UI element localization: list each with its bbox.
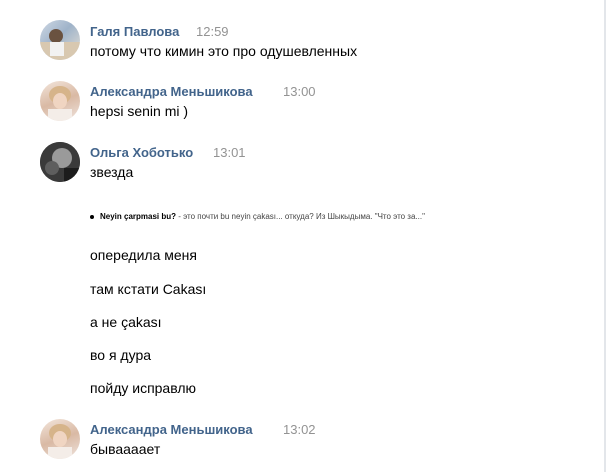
avatar[interactable] <box>40 20 80 60</box>
author-name[interactable]: Галя Павлова <box>90 24 179 39</box>
author-name[interactable]: Ольга Хоботько <box>90 145 193 160</box>
avatar-photo-icon <box>48 86 72 121</box>
message-text: бываааает <box>90 441 161 457</box>
message-time[interactable]: 13:00 <box>283 84 316 99</box>
avatar[interactable] <box>40 81 80 121</box>
quote-rest-text: - это почти bu neyin çakası... откуда? И… <box>176 212 425 221</box>
message-time[interactable]: 12:59 <box>196 24 229 39</box>
author-name[interactable]: Александра Меньшикова <box>90 84 253 99</box>
message-time[interactable]: 13:02 <box>283 422 316 437</box>
message-time[interactable]: 13:01 <box>213 145 246 160</box>
author-name[interactable]: Александра Меньшикова <box>90 422 253 437</box>
avatar-photo-icon <box>48 424 72 459</box>
message-text: а не çakası <box>90 314 162 330</box>
message-text: опередила меня <box>90 247 197 263</box>
bullet-icon <box>90 214 94 219</box>
avatar[interactable] <box>40 142 80 182</box>
avatar-photo-icon <box>40 142 80 182</box>
message-text: пойду исправлю <box>90 380 197 396</box>
message-text: звезда <box>90 164 134 180</box>
avatar-photo-icon <box>40 29 80 60</box>
message-text: там кстати Cakası <box>90 281 207 297</box>
message-text: hepsi senin mi ) <box>90 103 189 119</box>
quote-bold-text: Neyin çarpmasi bu? <box>100 212 177 221</box>
message-text: потому что кимин это про одушевленных <box>90 43 358 59</box>
message-text: во я дура <box>90 347 152 363</box>
quoted-screenshot-line: Neyin çarpmasi bu? - это почти bu neyin … <box>90 212 425 221</box>
avatar[interactable] <box>40 419 80 459</box>
